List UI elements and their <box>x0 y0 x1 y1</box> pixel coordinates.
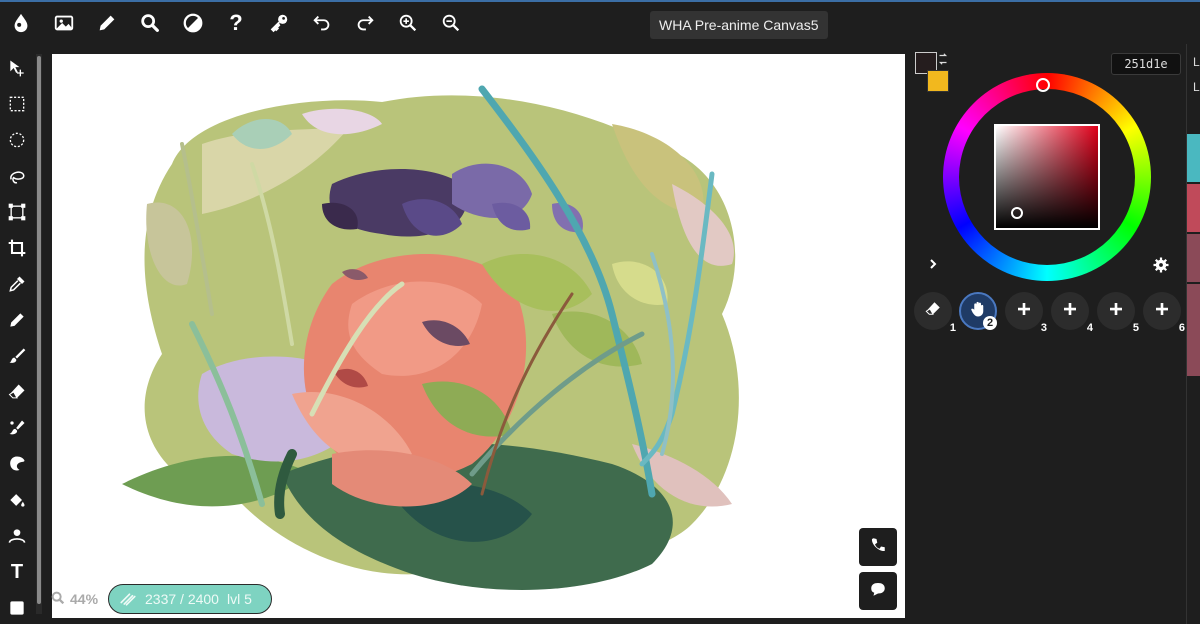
layers-panel-sublabel: L <box>1193 80 1200 94</box>
brush-slot-4[interactable]: 4 <box>1051 292 1093 334</box>
layers-panel-label: L <box>1193 55 1200 69</box>
app-logo-icon[interactable] <box>8 10 34 36</box>
search-icon[interactable] <box>137 10 163 36</box>
saturation-value-square[interactable] <box>994 124 1100 230</box>
slot-number: 5 <box>1132 322 1139 334</box>
top-toolbar: ? WHA Pre-anime Canvas5 <box>0 0 1200 44</box>
zoom-indicator[interactable]: 44% <box>50 588 98 610</box>
brush-slot-3[interactable]: 3 <box>1005 292 1047 334</box>
rect-select-icon[interactable] <box>5 92 29 116</box>
brush-icon[interactable] <box>5 344 29 368</box>
zoom-label: 44% <box>70 591 99 607</box>
plus-icon <box>1015 300 1033 323</box>
eraser-icon[interactable] <box>5 380 29 404</box>
key-icon[interactable] <box>266 10 292 36</box>
brush-slot-5[interactable]: 5 <box>1097 292 1139 334</box>
plus-icon <box>1061 300 1079 323</box>
chevron-right-icon[interactable] <box>925 256 941 272</box>
smudge-icon[interactable] <box>5 416 29 440</box>
level-label: lvl 5 <box>226 591 252 607</box>
layer-thumb-3[interactable] <box>1187 234 1200 282</box>
chat-bubble-icon <box>869 580 887 603</box>
gear-icon[interactable] <box>1152 256 1170 274</box>
xp-progress: 2337 / 2400 lvl 5 <box>108 584 272 614</box>
zoom-in-icon[interactable] <box>395 10 421 36</box>
pencil-edit-icon[interactable] <box>94 10 120 36</box>
secondary-color-swatch[interactable] <box>927 70 949 92</box>
slot-number: 4 <box>1086 322 1093 334</box>
sv-handle[interactable] <box>1011 207 1023 219</box>
hue-handle[interactable] <box>1036 78 1050 92</box>
layer-thumb-5[interactable] <box>1187 330 1200 376</box>
help-icon[interactable]: ? <box>223 10 249 36</box>
zoom-icon <box>50 590 66 609</box>
phone-icon <box>869 536 887 559</box>
transform-icon[interactable] <box>5 200 29 224</box>
chat-button[interactable] <box>859 572 897 610</box>
artwork <box>122 85 739 591</box>
undo-icon[interactable] <box>309 10 335 36</box>
layer-thumb-4[interactable] <box>1187 284 1200 330</box>
paint-brushes-icon <box>119 589 137 610</box>
color-square-icon[interactable] <box>5 596 29 620</box>
text-tool-icon[interactable]: T <box>5 560 29 584</box>
xp-count: 2337 / 2400 <box>145 591 219 607</box>
canvas-title[interactable]: WHA Pre-anime Canvas5 <box>650 11 828 39</box>
eraser-icon <box>924 300 942 323</box>
eyedropper-icon[interactable] <box>5 272 29 296</box>
image-icon[interactable] <box>51 10 77 36</box>
zoom-out-icon[interactable] <box>438 10 464 36</box>
plus-icon <box>1153 300 1171 323</box>
vertical-scrollbar[interactable] <box>36 54 42 614</box>
move-icon[interactable] <box>5 56 29 80</box>
fill-bucket-icon[interactable] <box>5 488 29 512</box>
layer-thumb-2[interactable] <box>1187 184 1200 232</box>
slot-number: 6 <box>1178 322 1185 334</box>
contrast-icon[interactable] <box>180 10 206 36</box>
ellipse-select-icon[interactable] <box>5 128 29 152</box>
pencil-icon[interactable] <box>5 308 29 332</box>
voice-call-button[interactable] <box>859 528 897 566</box>
plus-icon <box>1107 300 1125 323</box>
lasso-icon[interactable] <box>5 164 29 188</box>
tool-sidebar: T <box>0 44 36 624</box>
drawing-canvas[interactable] <box>52 54 905 618</box>
scrollbar-thumb[interactable] <box>37 56 41 604</box>
layer-thumb-1[interactable] <box>1187 134 1200 182</box>
crop-icon[interactable] <box>5 236 29 260</box>
brush-slot-6[interactable]: 6 <box>1143 292 1185 334</box>
blend-icon[interactable] <box>5 452 29 476</box>
shape-icon[interactable] <box>5 524 29 548</box>
hex-color-input[interactable]: 251d1e <box>1111 53 1181 75</box>
slot-number: 3 <box>1040 322 1047 334</box>
brush-slot-1[interactable]: 1 <box>914 292 956 334</box>
brush-slot-2[interactable]: 2 <box>959 292 997 330</box>
swap-colors-icon[interactable] <box>936 52 950 66</box>
redo-icon[interactable] <box>352 10 378 36</box>
slot-number: 2 <box>983 316 997 330</box>
slot-number: 1 <box>949 322 956 334</box>
